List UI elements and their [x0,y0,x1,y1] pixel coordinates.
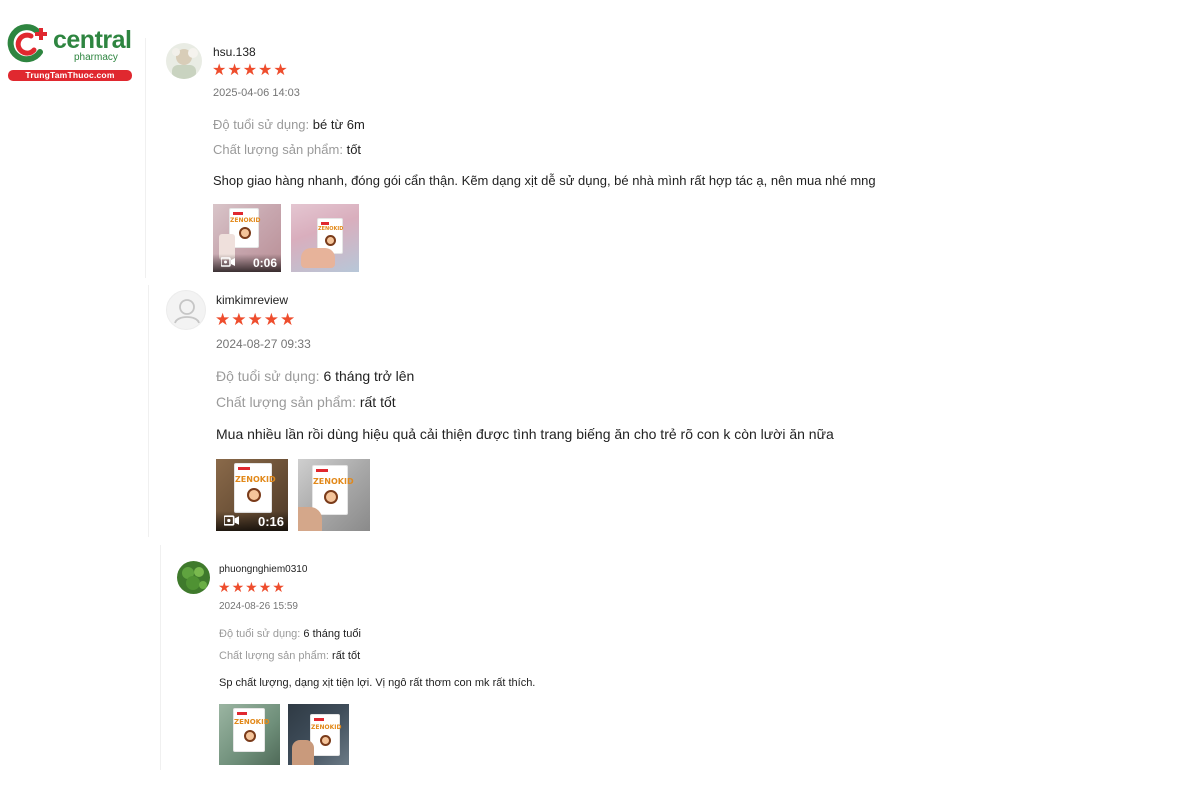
star-rating: ★ ★ ★ ★ ★ [215,311,295,328]
quality-label: Chất lượng sản phẩm: [216,394,356,410]
review-comment: Mua nhiều lần rồi dùng hiệu quả cải thiệ… [216,426,834,442]
quality-value: rất tốt [359,394,396,410]
quality-label: Chất lượng sản phẩm: [219,650,329,662]
product-photo: ZENOKID [298,459,370,531]
review-divider [160,545,161,770]
avatar-photo-icon [166,43,202,79]
age-label: Độ tuổi sử dụng: [216,368,320,384]
quality-label: Chất lượng sản phẩm: [213,142,343,157]
age-value: 6 tháng tuổi [303,628,361,640]
star-icon: ★ [218,579,231,595]
quality-attribute: Chất lượng sản phẩm: tốt [213,142,361,157]
review-image-thumbnail[interactable]: ZENOKID [291,204,359,272]
product-box: ZENOKID [233,708,270,752]
review-divider [145,38,146,278]
star-icon: ★ [280,310,296,329]
review-image-thumbnail[interactable]: ZENOKID [219,704,280,765]
review-video-thumbnail[interactable]: ZENOKID 0:16 [216,459,288,531]
quality-attribute: Chất lượng sản phẩm: rất tốt [216,394,396,410]
review-timestamp: 2024-08-27 09:33 [216,337,311,351]
review-video-thumbnail[interactable]: ZENOKID 0:06 [213,204,281,272]
age-label: Độ tuổi sử dụng: [213,117,310,132]
star-icon: ★ [273,62,288,79]
age-attribute: Độ tuổi sử dụng: 6 tháng tuổi [219,628,361,640]
age-value: bé từ 6m [312,117,365,132]
video-duration: 0:16 [257,513,284,529]
central-pharmacy-logo[interactable]: central pharmacy TrungTamThuoc.com [7,22,132,82]
star-rating: ★ ★ ★ ★ ★ [218,580,285,594]
logo-mark-icon [7,24,47,63]
review-item: kimkimreview ★ ★ ★ ★ ★ 2024-08-27 09:33 … [148,285,1048,537]
video-duration-bar: 0:16 [216,511,288,531]
review-username[interactable]: hsu.138 [213,45,256,59]
review-timestamp: 2025-04-06 14:03 [213,87,300,99]
video-camera-icon [220,256,235,270]
quality-value: rất tốt [332,650,361,662]
review-image-thumbnail[interactable]: ZENOKID [298,459,370,531]
star-icon: ★ [272,579,285,595]
review-username[interactable]: kimkimreview [216,293,288,307]
logo-title: central [53,26,132,54]
user-avatar[interactable] [177,561,210,594]
star-icon: ★ [231,310,247,329]
review-timestamp: 2024-08-26 15:59 [219,601,298,612]
product-photo: ZENOKID [288,704,349,765]
star-icon: ★ [247,310,263,329]
video-camera-icon [223,514,239,529]
avatar-photo-icon [177,561,210,594]
star-icon: ★ [231,579,245,595]
video-duration: 0:06 [252,256,277,270]
logo-url-banner: TrungTamThuoc.com [8,70,132,81]
review-item: hsu.138 ★ ★ ★ ★ ★ 2025-04-06 14:03 Độ tu… [145,38,1045,278]
star-icon: ★ [215,310,231,329]
age-label: Độ tuổi sử dụng: [219,628,301,640]
age-value: 6 tháng trở lên [323,368,415,384]
review-comment: Shop giao hàng nhanh, đóng gói cẩn thận.… [213,173,876,188]
star-icon: ★ [258,62,273,79]
review-divider [148,285,149,537]
review-comment: Sp chất lượng, dạng xịt tiện lợi. Vị ngô… [219,677,536,689]
review-item: phuongnghiem0310 ★ ★ ★ ★ ★ 2024-08-26 15… [160,545,1060,770]
review-username[interactable]: phuongnghiem0310 [219,564,307,575]
quality-attribute: Chất lượng sản phẩm: rất tốt [219,650,360,662]
product-photo: ZENOKID [291,204,359,272]
star-icon: ★ [212,62,227,79]
product-box: ZENOKID [312,465,354,515]
star-icon: ★ [242,62,258,79]
star-icon: ★ [227,62,242,79]
user-placeholder-icon [174,299,200,324]
video-duration-bar: 0:06 [213,254,281,272]
user-avatar[interactable] [166,290,206,330]
star-icon: ★ [263,310,279,329]
star-rating: ★ ★ ★ ★ ★ [212,63,288,79]
product-box: ZENOKID [234,463,276,513]
product-box: ZENOKID [310,714,341,756]
user-avatar[interactable] [166,43,202,79]
product-photo: ZENOKID [219,704,280,765]
age-attribute: Độ tuổi sử dụng: 6 tháng trở lên [216,368,414,384]
quality-value: tốt [346,142,362,157]
star-icon: ★ [258,579,272,595]
review-image-thumbnail[interactable]: ZENOKID [288,704,349,765]
age-attribute: Độ tuổi sử dụng: bé từ 6m [213,117,365,132]
star-icon: ★ [245,579,258,595]
logo-subtitle: pharmacy [74,52,118,63]
